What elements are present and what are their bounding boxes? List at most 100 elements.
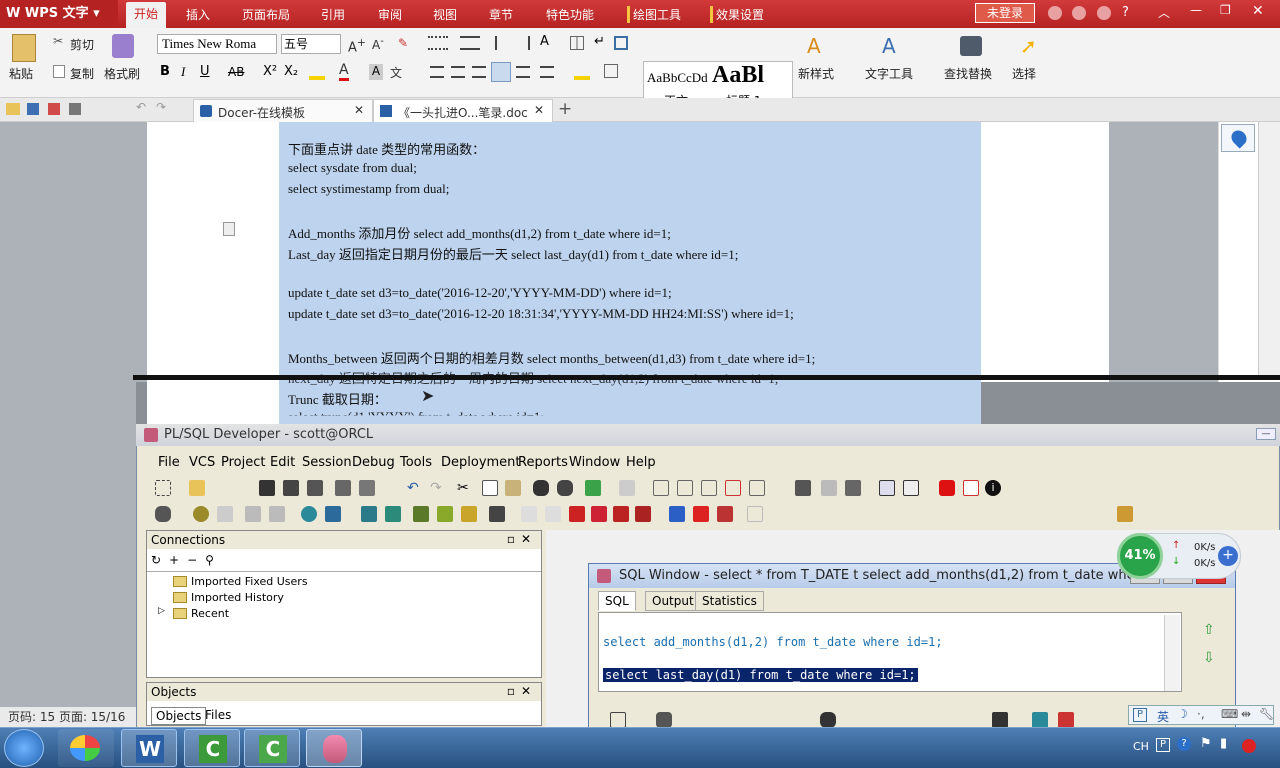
tree-item[interactable]: Recent — [191, 607, 229, 620]
menu-session[interactable]: Session — [302, 455, 352, 470]
tool-icon[interactable] — [413, 506, 429, 522]
menu-debug[interactable]: Debug — [352, 455, 395, 470]
save-icon[interactable] — [259, 480, 275, 496]
char-shading-icon[interactable]: A — [369, 64, 383, 80]
increase-indent-icon[interactable] — [516, 36, 530, 50]
tool-icon[interactable] — [795, 480, 811, 496]
undo-icon[interactable]: ↶ — [407, 480, 423, 496]
taskbar-camtasia-recorder-icon[interactable]: C — [244, 729, 300, 767]
numbered-list-icon[interactable] — [460, 36, 480, 50]
db-icon[interactable] — [1032, 712, 1048, 728]
doc-line[interactable]: next_day 返回特定日期之后的一周内的日期 select next_day… — [288, 368, 778, 387]
wps-app-menu-button[interactable]: W WPS 文字 ▾ — [0, 0, 118, 28]
db-icon[interactable] — [361, 506, 377, 522]
arrow-down-icon[interactable]: ⇩ — [1203, 650, 1215, 666]
tools-icon[interactable]: ⇹ — [1241, 707, 1251, 721]
collapse-icon[interactable]: ︿ — [1158, 4, 1170, 21]
minimize-icon[interactable]: — — [1190, 3, 1202, 17]
unindent-icon[interactable] — [677, 480, 693, 496]
decrease-indent-icon[interactable] — [495, 36, 509, 50]
tab-docer[interactable]: Docer-在线模板 ✕ — [193, 99, 373, 122]
close-icon[interactable]: ✕ — [1252, 3, 1264, 19]
tool-icon[interactable] — [569, 506, 585, 522]
grid-icon[interactable] — [610, 712, 626, 728]
bullet-list-icon[interactable] — [428, 36, 448, 50]
sync-icon[interactable] — [1072, 6, 1086, 20]
menu-edit[interactable]: Edit — [270, 455, 295, 470]
grow-font-icon[interactable]: A+ — [348, 36, 366, 55]
ime-lang[interactable]: 英 — [1157, 708, 1169, 725]
plsql-titlebar[interactable]: PL/SQL Developer - scott@ORCL — — [136, 424, 1280, 446]
plsql-restore-icon[interactable]: — — [1256, 428, 1276, 440]
find-icon[interactable] — [820, 712, 836, 728]
tool-icon[interactable] — [461, 506, 477, 522]
help-icon[interactable]: ? — [1122, 5, 1129, 20]
text-tools-icon[interactable]: A — [882, 34, 896, 58]
print-icon[interactable] — [69, 103, 81, 115]
undo-icon[interactable]: ↶ — [136, 100, 146, 114]
tool-icon[interactable] — [245, 506, 261, 522]
tab-chapter[interactable]: 章节 — [489, 6, 513, 23]
connections-toolbar[interactable]: ↻+−⚲ — [151, 553, 222, 567]
text-direction-icon[interactable]: A — [540, 34, 549, 49]
paste-icon[interactable] — [505, 480, 521, 496]
new-style-button[interactable]: 新样式 — [798, 65, 834, 82]
font-color-icon[interactable]: A — [339, 62, 349, 81]
shading-icon[interactable] — [574, 64, 590, 80]
menu-window[interactable]: Window — [569, 455, 620, 470]
chart-icon[interactable] — [1058, 712, 1074, 728]
arrow-right-blue-icon[interactable] — [669, 506, 685, 522]
new-style-icon[interactable]: A — [807, 34, 821, 58]
indent-icon[interactable] — [653, 480, 669, 496]
pdf-icon[interactable] — [48, 103, 60, 115]
print-icon[interactable] — [335, 480, 351, 496]
tray-antivirus-icon[interactable] — [1242, 739, 1256, 753]
pdf-icon[interactable] — [963, 480, 979, 496]
tool-icon[interactable] — [717, 506, 733, 522]
wrench-icon[interactable] — [489, 506, 505, 522]
tool-icon[interactable] — [437, 506, 453, 522]
tab-reference[interactable]: 引用 — [321, 6, 345, 23]
align-right-icon[interactable] — [472, 66, 486, 78]
new-tab-icon[interactable]: + — [558, 99, 572, 119]
subscript-icon[interactable]: X₂ — [284, 64, 298, 79]
paste-button[interactable]: 粘贴 — [9, 65, 33, 82]
tree-item[interactable]: Imported Fixed Users — [191, 575, 308, 588]
skin-icon[interactable] — [1048, 6, 1062, 20]
frame-icon[interactable] — [614, 36, 628, 50]
select-button[interactable]: 选择 — [1012, 65, 1036, 82]
doc-line[interactable]: 下面重点讲 date 类型的常用函数： — [288, 139, 485, 158]
sql-line[interactable]: select add_months(d1,2) from t_date wher… — [603, 635, 943, 649]
new-icon[interactable] — [155, 480, 171, 496]
scissors-icon[interactable]: ✂ — [53, 34, 63, 48]
doc-line[interactable]: update t_date set d3=to_date('2016-12-20… — [288, 285, 672, 301]
save-icon[interactable] — [992, 712, 1008, 728]
clear-format-icon[interactable]: ✎ — [398, 36, 408, 50]
tool-icon[interactable] — [1117, 506, 1133, 522]
tab-start[interactable]: 开始 — [126, 2, 167, 28]
ime-logo-icon[interactable]: P — [1133, 708, 1147, 722]
add-icon[interactable]: + — [1218, 546, 1238, 566]
tool-icon[interactable] — [545, 506, 561, 522]
doc-scrollbar[interactable] — [1258, 122, 1280, 380]
format-painter-button[interactable]: 格式刷 — [104, 65, 140, 82]
paragraph-mark-icon[interactable]: ↵ — [594, 34, 605, 49]
arrow-up-icon[interactable]: ⇧ — [1203, 622, 1215, 638]
run-icon[interactable] — [585, 480, 601, 496]
doc-line[interactable]: update t_date set d3=to_date('2016-12-20… — [288, 306, 794, 322]
copy-icon[interactable] — [53, 65, 65, 78]
tool-icon[interactable] — [747, 506, 763, 522]
underline-icon[interactable]: U — [200, 64, 210, 79]
distribute-icon[interactable] — [516, 66, 530, 78]
taskbar-app-icon[interactable] — [58, 729, 114, 767]
tab-sql[interactable]: SQL — [598, 591, 636, 611]
uncomment-icon[interactable] — [725, 480, 741, 496]
cursor-icon[interactable]: ➚ — [1020, 34, 1037, 58]
justify-icon[interactable] — [491, 62, 511, 82]
sql-editor[interactable]: select add_months(d1,2) from t_date wher… — [598, 612, 1182, 692]
tab-drawing-tools[interactable]: 绘图工具 — [627, 6, 681, 23]
tool-icon[interactable] — [845, 480, 861, 496]
tile-icon[interactable] — [903, 480, 919, 496]
tab-document[interactable]: 《一头扎进O...笔录.doc ✕ — [373, 99, 553, 122]
menu-tools[interactable]: Tools — [400, 455, 432, 470]
